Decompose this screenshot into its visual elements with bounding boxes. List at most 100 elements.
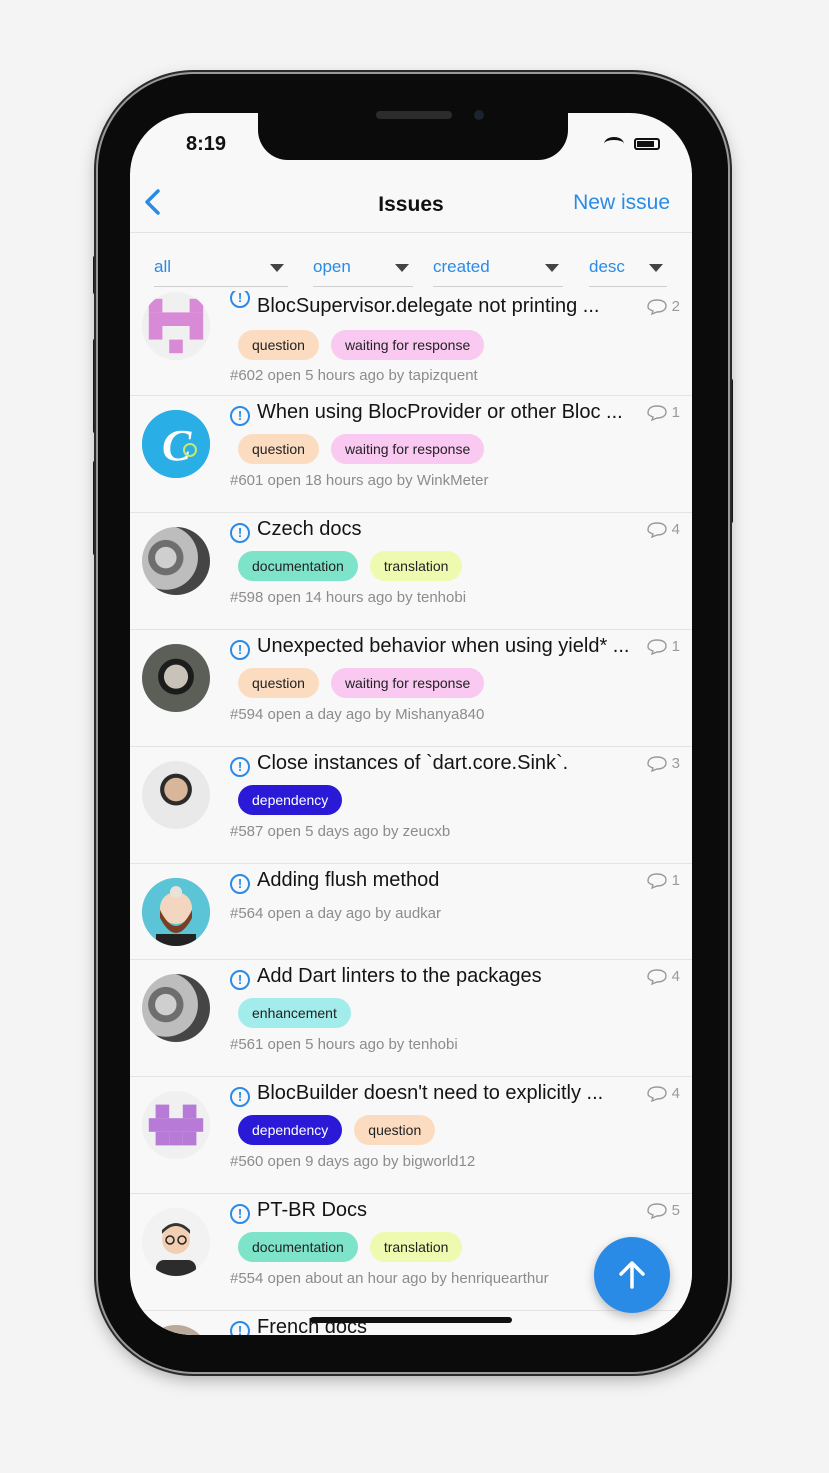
issue-title: Add Dart linters to the packages (257, 965, 542, 987)
issue-open-icon: ! (230, 1321, 250, 1335)
issue-title: Unexpected behavior when using yield* ..… (257, 635, 630, 657)
issue-row[interactable]: ! Adding flush method 1 #564 open a day … (130, 864, 692, 960)
issue-list: ! BlocSupervisor.delegate not printing .… (130, 291, 692, 1335)
issue-meta: #561 open 5 hours ago by tenhobi (230, 1036, 458, 1053)
issue-row[interactable]: ! Add Dart linters to the packages 4 enh… (130, 960, 692, 1077)
filter-direction-dropdown[interactable]: desc (589, 255, 667, 287)
arrow-up-icon (619, 1261, 645, 1289)
issue-meta: #594 open a day ago by Mishanya840 (230, 706, 485, 723)
comment-bubble-icon (646, 638, 667, 655)
identicon-icon (142, 1091, 210, 1159)
issue-open-icon: ! (230, 874, 250, 894)
comment-count-value: 3 (671, 755, 680, 772)
label-list: question waiting for response (238, 668, 485, 698)
caret-down-icon (395, 264, 409, 272)
issue-open-icon: ! (230, 291, 250, 308)
navigation-bar: Issues New issue (130, 173, 692, 233)
label-list: question waiting for response (238, 330, 485, 360)
battery-icon (634, 138, 660, 150)
c-logo-icon: C (142, 410, 210, 478)
avatar (142, 644, 210, 712)
status-time: 8:19 (186, 133, 227, 155)
label-dependency: dependency (238, 785, 343, 815)
comment-bubble-icon (646, 521, 667, 538)
comment-bubble-icon (646, 872, 667, 889)
avatar (142, 527, 210, 595)
issue-row[interactable]: C ! When using BlocProvider or other Blo… (130, 396, 692, 513)
scroll-to-top-button[interactable] (594, 1237, 670, 1313)
issue-row[interactable]: ! BlocSupervisor.delegate not printing .… (130, 291, 692, 396)
label-documentation: documentation (238, 551, 358, 581)
issue-title: Close instances of `dart.core.Sink`. (257, 752, 569, 774)
issue-open-icon: ! (230, 1204, 250, 1224)
issue-title: When using BlocProvider or other Bloc ..… (257, 401, 623, 423)
issue-meta: #554 open about an hour ago by henriquea… (230, 1270, 549, 1287)
label-list: dependency (238, 785, 343, 815)
avatar: C (142, 410, 210, 478)
label-question: question (238, 668, 319, 698)
comment-count: 1 (646, 638, 680, 655)
label-question: question (238, 330, 319, 360)
issue-title: Adding flush method (257, 869, 440, 891)
issue-title: BlocSupervisor.delegate not printing ... (257, 295, 600, 317)
new-issue-button[interactable]: New issue (573, 191, 670, 215)
issue-row[interactable]: ! BlocBuilder doesn't need to explicitly… (130, 1077, 692, 1194)
comment-count-value: 4 (671, 1085, 680, 1102)
filter-sort-dropdown[interactable]: created (433, 255, 563, 287)
issue-open-icon: ! (230, 523, 250, 543)
filter-state-dropdown[interactable]: all (154, 255, 288, 287)
label-list: enhancement (238, 998, 351, 1028)
comment-count: 1 (646, 872, 680, 889)
comment-count-value: 1 (671, 872, 680, 889)
comment-bubble-icon (646, 298, 667, 315)
filter-label: open (313, 257, 351, 276)
home-indicator[interactable] (310, 1317, 512, 1323)
filter-label: desc (589, 257, 625, 276)
comment-count: 4 (646, 1085, 680, 1102)
issue-meta: #587 open 5 days ago by zeucxb (230, 823, 451, 840)
label-waiting-for-response: waiting for response (330, 668, 485, 698)
avatar (142, 878, 210, 946)
issue-meta: #601 open 18 hours ago by WinkMeter (230, 472, 489, 489)
label-waiting-for-response: waiting for response (330, 330, 485, 360)
issue-title: BlocBuilder doesn't need to explicitly .… (257, 1082, 604, 1104)
issue-row[interactable]: ! French docs (130, 1311, 692, 1335)
wifi-icon (604, 137, 624, 151)
issue-open-icon: ! (230, 640, 250, 660)
issue-open-icon: ! (230, 1087, 250, 1107)
avatar (142, 974, 210, 1042)
label-enhancement: enhancement (238, 998, 351, 1028)
issue-row[interactable]: ! Close instances of `dart.core.Sink`. 3… (130, 747, 692, 864)
filter-bar: all open created desc (130, 233, 692, 291)
label-question: question (354, 1115, 436, 1145)
issue-open-icon: ! (230, 970, 250, 990)
label-list: dependency question (238, 1115, 436, 1145)
comment-count-value: 5 (671, 1202, 680, 1219)
avatar (142, 292, 210, 360)
filter-status-dropdown[interactable]: open (313, 255, 413, 287)
label-translation: translation (369, 551, 463, 581)
issue-row[interactable]: ! Unexpected behavior when using yield* … (130, 630, 692, 747)
avatar (142, 761, 210, 829)
filter-label: created (433, 257, 490, 276)
avatar (142, 1325, 210, 1335)
comment-count: 1 (646, 404, 680, 421)
issue-title: PT-BR Docs (257, 1199, 368, 1221)
comment-count-value: 1 (671, 404, 680, 421)
comment-bubble-icon (646, 1085, 667, 1102)
comment-bubble-icon (646, 755, 667, 772)
label-list: documentation translation (238, 551, 463, 581)
comment-bubble-icon (646, 968, 667, 985)
caret-down-icon (649, 264, 663, 272)
issue-row[interactable]: ! Czech docs 4 documentation translation… (130, 513, 692, 630)
label-dependency: dependency (238, 1115, 343, 1145)
issue-title: Czech docs (257, 518, 362, 540)
comment-count-value: 4 (671, 521, 680, 538)
comment-count: 4 (646, 521, 680, 538)
identicon-icon (142, 292, 210, 360)
caret-down-icon (270, 264, 284, 272)
comment-bubble-icon (646, 1202, 667, 1219)
label-list: question waiting for response (238, 434, 485, 464)
comment-count: 5 (646, 1202, 680, 1219)
avatar (142, 1091, 210, 1159)
